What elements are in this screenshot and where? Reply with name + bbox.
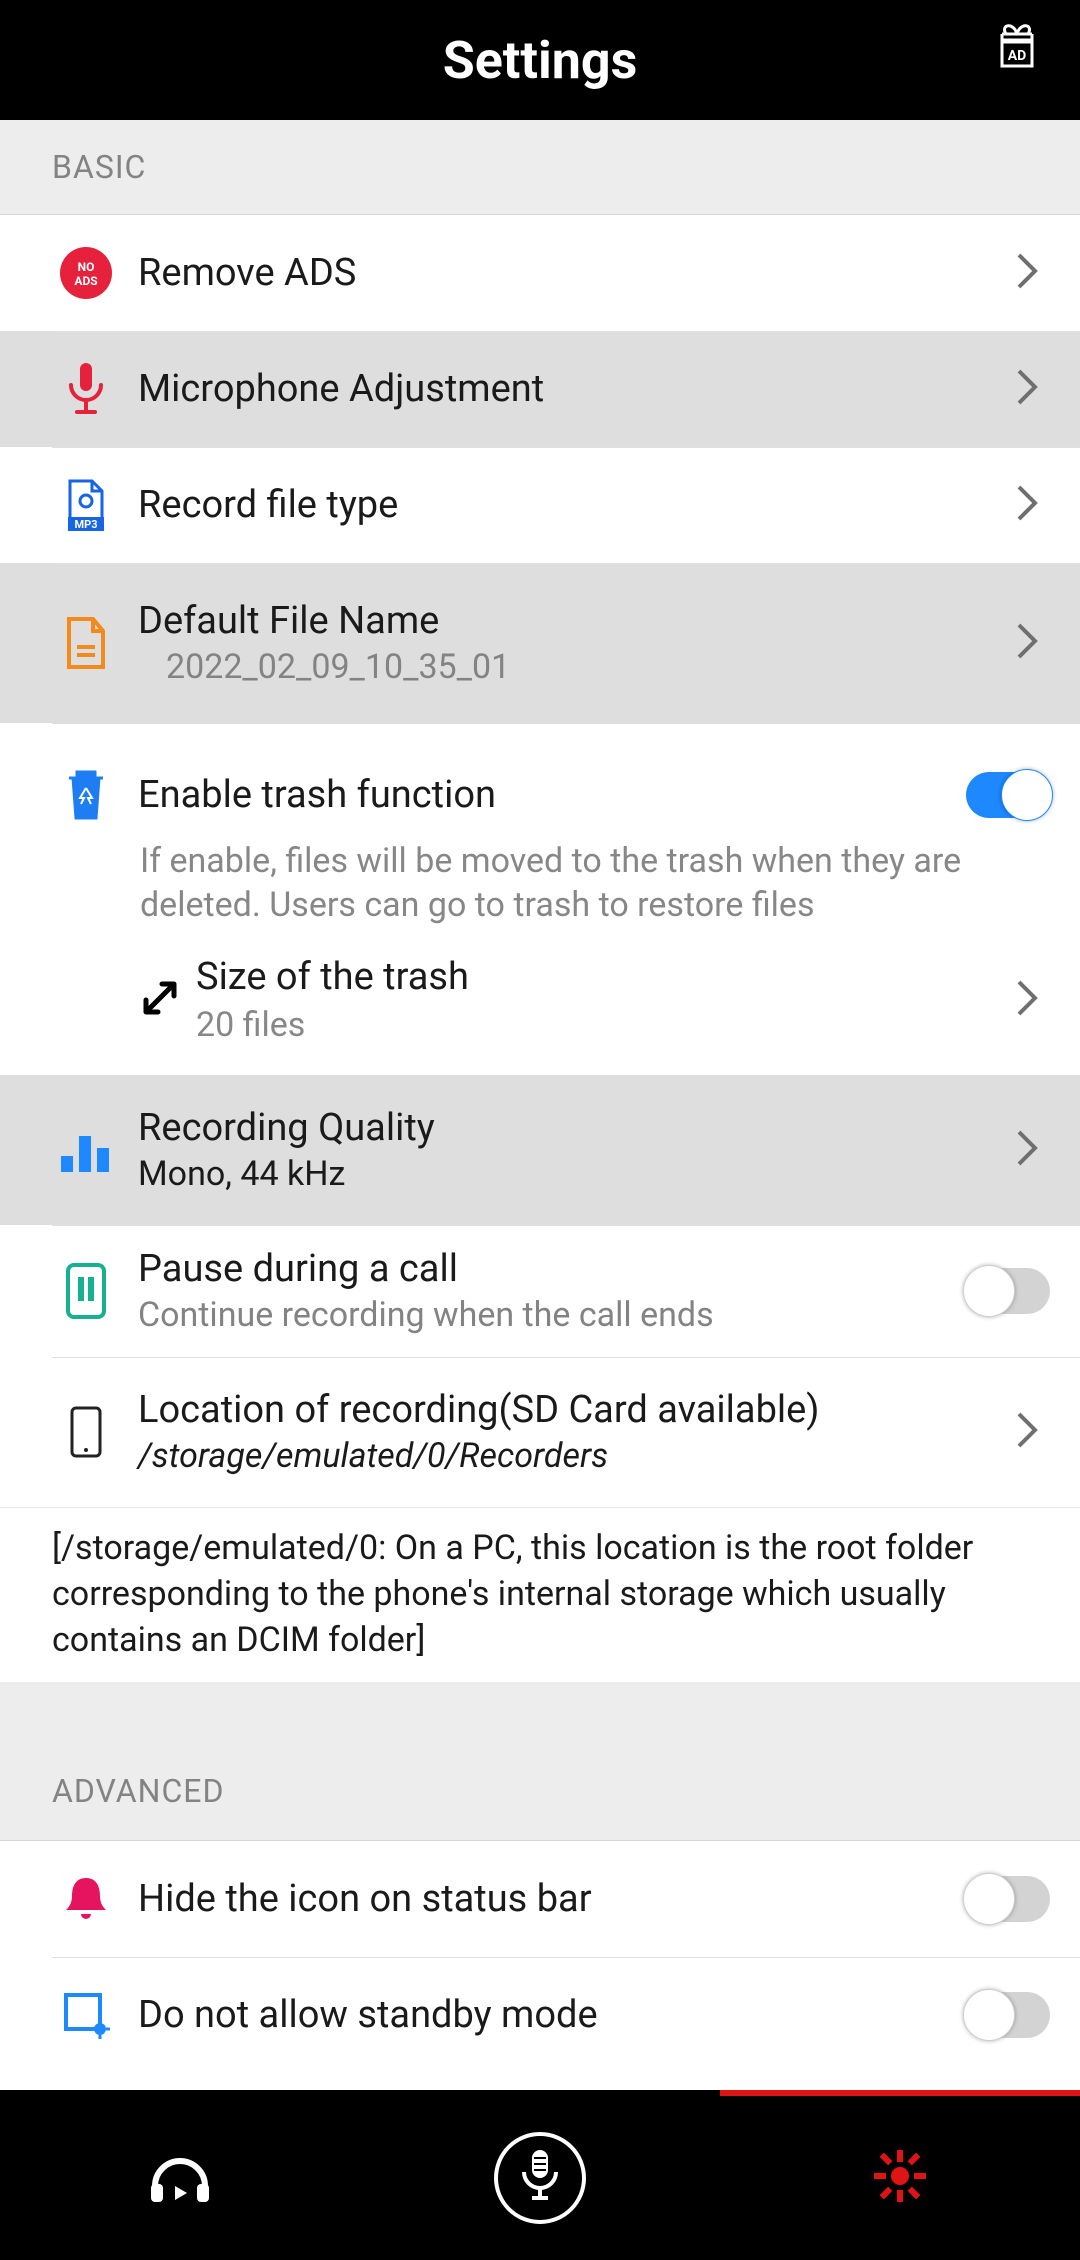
row-trash-size[interactable]: Size of the trash 20 files xyxy=(140,955,1050,1045)
section-advanced: ADVANCED xyxy=(0,1682,1080,1841)
row-label: Record file type xyxy=(138,483,1004,527)
toggle-hide-status-icon[interactable] xyxy=(966,1876,1050,1922)
phone-device-icon xyxy=(52,1404,120,1460)
row-microphone-adjustment[interactable]: Microphone Adjustment xyxy=(0,331,1080,447)
microphone-icon xyxy=(52,361,120,417)
mp3-file-icon: MP3 xyxy=(52,479,120,531)
recycle-trash-icon xyxy=(52,768,120,822)
row-label: Default File Name xyxy=(138,599,1004,643)
row-label: Do not allow standby mode xyxy=(138,1993,966,2037)
row-pause-during-call[interactable]: Pause during a call Continue recording w… xyxy=(0,1225,1080,1357)
tab-record[interactable] xyxy=(360,2096,720,2260)
bottom-nav xyxy=(0,2090,1080,2260)
remove-ads-gift-button[interactable]: AD xyxy=(994,20,1040,74)
row-label: Enable trash function xyxy=(138,773,966,817)
toggle-no-standby[interactable] xyxy=(966,1992,1050,2038)
trash-description: If enable, files will be moved to the tr… xyxy=(140,839,1050,927)
document-icon xyxy=(52,617,120,669)
row-value: /storage/emulated/0/Recorders xyxy=(138,1436,1004,1476)
svg-text:AD: AD xyxy=(1008,48,1027,64)
row-label: Hide the icon on status bar xyxy=(138,1877,966,1921)
phone-pause-icon xyxy=(52,1261,120,1321)
svg-text:NO: NO xyxy=(78,260,95,274)
section-basic: BASIC xyxy=(0,120,1080,215)
svg-text:MP3: MP3 xyxy=(74,518,97,531)
row-label: Location of recording(SD Card available) xyxy=(138,1388,1004,1432)
bars-quality-icon xyxy=(52,1126,120,1174)
settings-scroll[interactable]: BASIC NOADS Remove ADS Microphone Adjust… xyxy=(0,120,1080,2090)
location-note: [/storage/emulated/0: On a PC, this loca… xyxy=(0,1507,1080,1682)
chevron-right-icon xyxy=(1004,621,1050,665)
row-label: Remove ADS xyxy=(138,251,1004,295)
toggle-pause-during-call[interactable] xyxy=(966,1268,1050,1314)
trash-subsection: If enable, files will be moved to the tr… xyxy=(0,839,1080,1075)
no-ads-icon: NOADS xyxy=(52,247,120,299)
gear-icon xyxy=(872,2148,928,2208)
row-recording-quality[interactable]: Recording Quality Mono, 44 kHz xyxy=(0,1075,1080,1225)
row-hide-status-icon[interactable]: Hide the icon on status bar xyxy=(0,1841,1080,1957)
trash-size-value: 20 files xyxy=(196,1005,1004,1045)
row-default-file-name[interactable]: Default File Name 2022_02_09_10_35_01 xyxy=(0,563,1080,723)
gift-ad-icon: AD xyxy=(994,20,1040,74)
row-recording-location[interactable]: Location of recording(SD Card available)… xyxy=(0,1357,1080,1507)
row-value: Mono, 44 kHz xyxy=(138,1154,1004,1194)
row-value: 2022_02_09_10_35_01 xyxy=(138,647,1004,687)
tab-playback[interactable] xyxy=(0,2096,360,2260)
row-subtitle: Continue recording when the call ends xyxy=(138,1295,966,1335)
resize-arrows-icon xyxy=(140,978,180,1022)
row-label: Recording Quality xyxy=(138,1106,1004,1150)
svg-text:ADS: ADS xyxy=(74,274,97,288)
chevron-right-icon xyxy=(1004,978,1050,1022)
app-header: Settings AD xyxy=(0,0,1080,120)
microphone-icon xyxy=(520,2148,560,2208)
record-button[interactable] xyxy=(494,2132,586,2224)
row-label: Microphone Adjustment xyxy=(138,367,1004,411)
headphones-play-icon xyxy=(145,2146,215,2210)
chevron-right-icon xyxy=(1004,367,1050,411)
row-remove-ads[interactable]: NOADS Remove ADS xyxy=(0,215,1080,331)
toggle-enable-trash[interactable] xyxy=(966,772,1050,818)
row-enable-trash[interactable]: Enable trash function xyxy=(0,723,1080,839)
row-record-file-type[interactable]: MP3 Record file type xyxy=(0,447,1080,563)
trash-size-label: Size of the trash xyxy=(196,955,1004,999)
row-no-standby[interactable]: Do not allow standby mode xyxy=(0,1957,1080,2073)
tab-settings[interactable] xyxy=(720,2096,1080,2260)
chevron-right-icon xyxy=(1004,1410,1050,1454)
chevron-right-icon xyxy=(1004,1128,1050,1172)
chevron-right-icon xyxy=(1004,251,1050,295)
chevron-right-icon xyxy=(1004,483,1050,527)
screen-brightness-icon xyxy=(52,1991,120,2039)
page-title: Settings xyxy=(443,30,638,91)
bell-icon xyxy=(52,1874,120,1924)
row-label: Pause during a call xyxy=(138,1247,966,1291)
